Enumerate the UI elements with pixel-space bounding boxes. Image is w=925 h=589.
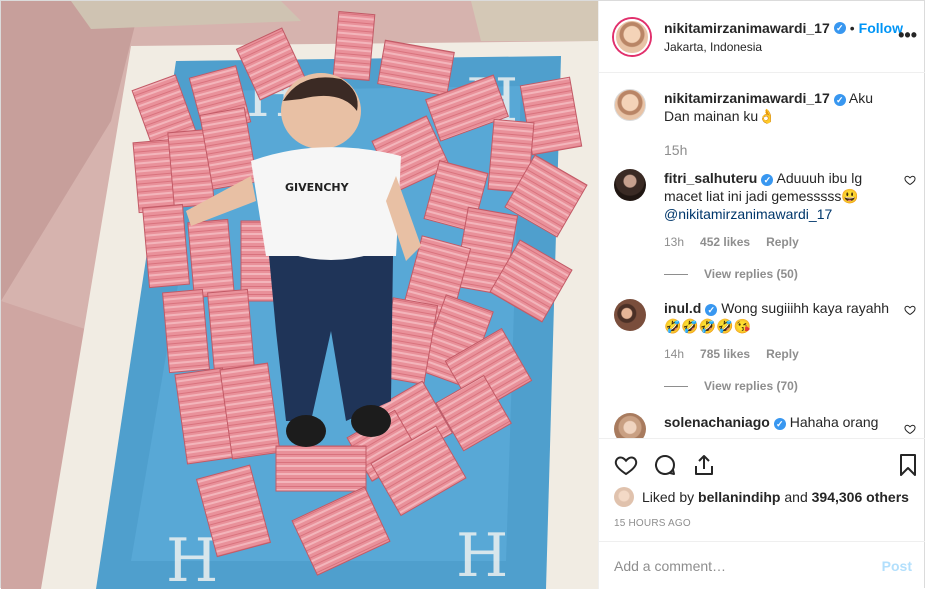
comment-text: Hahaha orang bbox=[789, 414, 879, 430]
heart-outline-icon[interactable] bbox=[904, 174, 916, 186]
caption-avatar[interactable] bbox=[614, 89, 646, 121]
verified-badge-icon: ✓ bbox=[773, 418, 786, 430]
divider-line bbox=[664, 385, 688, 387]
divider-line bbox=[664, 273, 688, 275]
post-photo[interactable]: H H H H bbox=[1, 1, 598, 589]
comment-username[interactable]: solenachaniago bbox=[664, 414, 770, 430]
comments-list[interactable]: nikitamirzanimawardi_17 ✓ Aku Dan mainan … bbox=[599, 73, 925, 439]
comment-username[interactable]: inul.d bbox=[664, 300, 701, 316]
likes-user[interactable]: bellanindihp bbox=[698, 489, 780, 505]
comment-likes[interactable]: 452 likes bbox=[700, 233, 750, 251]
commenter-avatar[interactable] bbox=[614, 169, 646, 201]
comment-time[interactable]: 13h bbox=[664, 233, 684, 251]
reply-button[interactable]: Reply bbox=[766, 233, 799, 251]
instagram-post: H H H H bbox=[0, 0, 925, 589]
comment-body: fitri_salhuteru ✓ Aduuuh ibu lg macet lia… bbox=[664, 169, 899, 283]
comment-icon[interactable] bbox=[653, 453, 677, 477]
likes-conjunction: and bbox=[784, 489, 808, 505]
likes-summary: Liked by bellanindihp and 394,306 others bbox=[614, 487, 909, 507]
header-username-row: nikitamirzanimawardi_17 ✓ • Follow bbox=[664, 19, 909, 37]
post-side-panel: nikitamirzanimawardi_17 ✓ • Follow Jakar… bbox=[598, 1, 925, 589]
comment-mention[interactable]: @nikitamirzanimawardi_17 bbox=[664, 206, 832, 222]
post-location[interactable]: Jakarta, Indonesia bbox=[664, 40, 909, 54]
comment-input[interactable] bbox=[614, 557, 882, 574]
commenter-avatar[interactable] bbox=[614, 413, 646, 438]
photo-illustration: H H H H bbox=[1, 1, 598, 589]
add-comment-bar: Post bbox=[599, 541, 925, 589]
comment-meta: 14h 785 likes Reply bbox=[664, 345, 899, 363]
heart-icon[interactable] bbox=[614, 453, 638, 477]
share-icon[interactable] bbox=[692, 453, 716, 477]
follow-button[interactable]: Follow bbox=[859, 20, 903, 36]
post-comment-button[interactable]: Post bbox=[882, 558, 912, 574]
reply-button[interactable]: Reply bbox=[766, 345, 799, 363]
verified-badge-icon: ✓ bbox=[833, 94, 846, 106]
caption-body: nikitamirzanimawardi_17 ✓ Aku Dan mainan … bbox=[664, 89, 899, 159]
verified-badge-icon: ✓ bbox=[761, 174, 774, 186]
comment-item: solenachaniago ✓ Hahaha orang bbox=[614, 413, 916, 438]
view-replies-label: View replies (70) bbox=[704, 379, 798, 393]
svg-text:H: H bbox=[456, 521, 508, 589]
action-bar bbox=[599, 441, 925, 489]
bookmark-icon[interactable] bbox=[896, 453, 920, 477]
comment-body: solenachaniago ✓ Hahaha orang bbox=[664, 413, 899, 431]
more-horizontal-icon[interactable]: ••• bbox=[898, 25, 917, 46]
view-replies-button[interactable]: View replies (50) bbox=[664, 265, 899, 283]
comment-likes[interactable]: 785 likes bbox=[700, 345, 750, 363]
comment-item: inul.d ✓ Wong sugiiihh kaya rayahh 🤣🤣🤣🤣😘 … bbox=[614, 299, 916, 399]
verified-badge-icon: ✓ bbox=[833, 22, 846, 34]
caption: nikitamirzanimawardi_17 ✓ Aku Dan mainan … bbox=[614, 89, 914, 169]
comment-item: fitri_salhuteru ✓ Aduuuh ibu lg macet lia… bbox=[614, 169, 916, 289]
heart-outline-icon[interactable] bbox=[904, 304, 916, 316]
caption-time[interactable]: 15h bbox=[664, 141, 899, 159]
comment-meta: 13h 452 likes Reply bbox=[664, 233, 899, 251]
svg-text:H: H bbox=[166, 526, 218, 589]
view-replies-button[interactable]: View replies (70) bbox=[664, 377, 899, 395]
view-replies-label: View replies (50) bbox=[704, 267, 798, 281]
post-timestamp[interactable]: 15 HOURS AGO bbox=[614, 518, 691, 529]
likes-others[interactable]: 394,306 others bbox=[812, 489, 909, 505]
commenter-avatar[interactable] bbox=[614, 299, 646, 331]
comment-time[interactable]: 14h bbox=[664, 345, 684, 363]
caption-username[interactable]: nikitamirzanimawardi_17 bbox=[664, 90, 830, 106]
author-avatar[interactable] bbox=[614, 18, 650, 55]
header-text: nikitamirzanimawardi_17 ✓ • Follow Jakar… bbox=[664, 19, 909, 54]
author-username[interactable]: nikitamirzanimawardi_17 bbox=[664, 20, 830, 36]
comment-username[interactable]: fitri_salhuteru bbox=[664, 170, 757, 186]
separator-dot: • bbox=[849, 20, 855, 36]
likes-prefix: Liked by bbox=[642, 489, 695, 505]
liker-avatar[interactable] bbox=[614, 487, 634, 507]
post-header: nikitamirzanimawardi_17 ✓ • Follow Jakar… bbox=[599, 1, 925, 73]
svg-text:GIVENCHY: GIVENCHY bbox=[285, 181, 350, 194]
heart-outline-icon[interactable] bbox=[904, 423, 916, 435]
comment-body: inul.d ✓ Wong sugiiihh kaya rayahh 🤣🤣🤣🤣😘 … bbox=[664, 299, 899, 395]
verified-badge-icon: ✓ bbox=[705, 304, 718, 316]
